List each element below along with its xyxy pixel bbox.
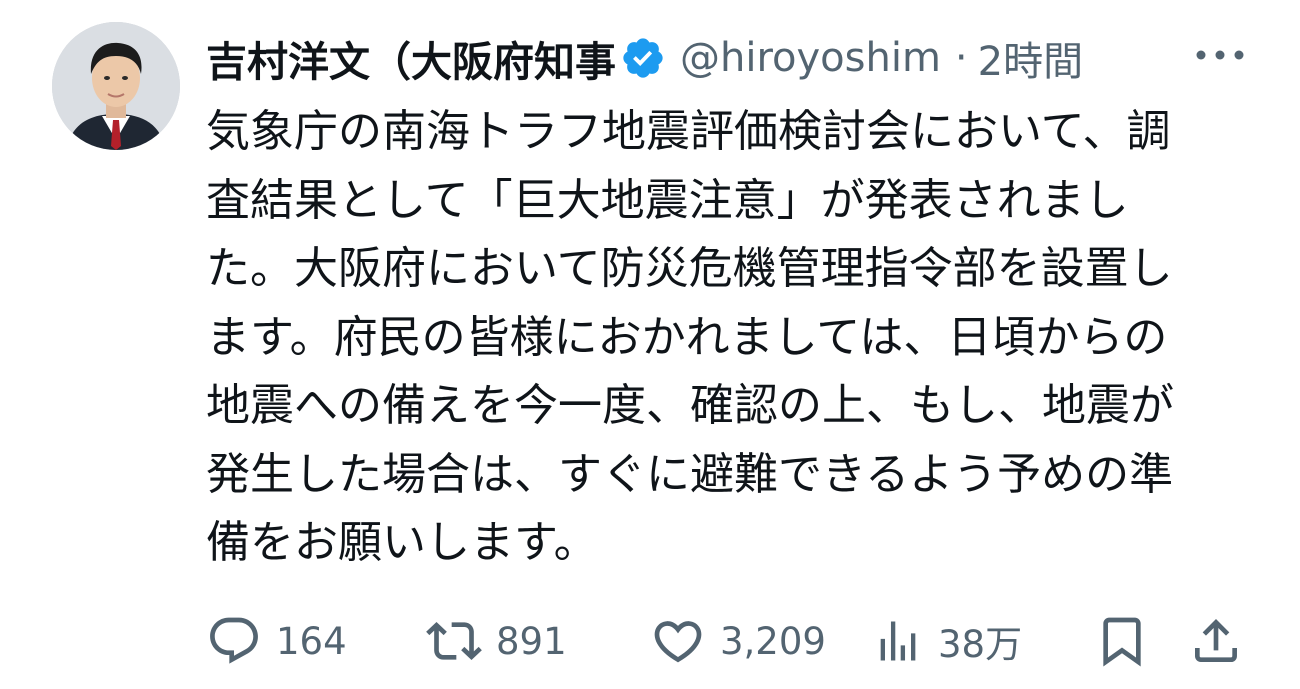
bookmark-icon (1103, 617, 1141, 667)
user-handle[interactable]: @hiroyoshim (680, 35, 941, 81)
tweet-text-line: 気象庁の南海トラフ地震評価検討会において、調 (206, 106, 1171, 157)
retweet-icon (426, 622, 482, 660)
tweet-text-line: 査結果として「巨大地震注意」が発表されまし (206, 174, 1129, 226)
reply-icon (210, 617, 258, 664)
tweet-text-line: ます。府民の皆様におかれましては、日頃からの (206, 311, 1168, 363)
heart-icon (654, 621, 702, 663)
more-icon[interactable] (1192, 40, 1248, 70)
share-icon (1195, 619, 1237, 662)
tweet-header: 吉村洋文（大阪府知事 @hiroyoshim · 2時間 (206, 26, 1266, 90)
views-button[interactable]: 38万 (872, 606, 1022, 676)
retweet-count: 891 (496, 619, 567, 663)
tweet-text-line: 備をお願いします。 (206, 517, 598, 568)
avatar-photo (52, 22, 180, 150)
tweet-actions: 164 891 3,209 38万 (206, 606, 1256, 676)
like-button[interactable]: 3,209 (650, 606, 826, 676)
tweet-timestamp[interactable]: 2時間 (978, 29, 1083, 87)
tweet-text-line: 地震への備えを今一度、確認の上、もし、地震が (206, 380, 1174, 431)
verified-badge-icon (623, 38, 663, 78)
reply-count: 164 (276, 619, 347, 663)
views-icon (880, 621, 916, 661)
header-separator: · (954, 35, 968, 81)
like-count: 3,209 (720, 619, 826, 663)
share-button[interactable] (1188, 606, 1244, 676)
bookmark-button[interactable] (1094, 606, 1150, 676)
display-name[interactable]: 吉村洋文（大阪府知事 (206, 28, 616, 88)
reply-button[interactable]: 164 (206, 606, 347, 676)
retweet-button[interactable]: 891 (426, 606, 567, 676)
views-count: 38万 (938, 623, 1023, 666)
tweet-text-line: 発生した場合は、すぐに避難できるよう予めの準 (206, 448, 1174, 500)
avatar[interactable] (52, 22, 180, 150)
tweet-text-line: た。大阪府において防災危機管理指令部を設置し (206, 243, 1173, 294)
tweet-text: 気象庁の南海トラフ地震評価検討会において、調 査結果として「巨大地震注意」が発表… (206, 98, 1266, 578)
